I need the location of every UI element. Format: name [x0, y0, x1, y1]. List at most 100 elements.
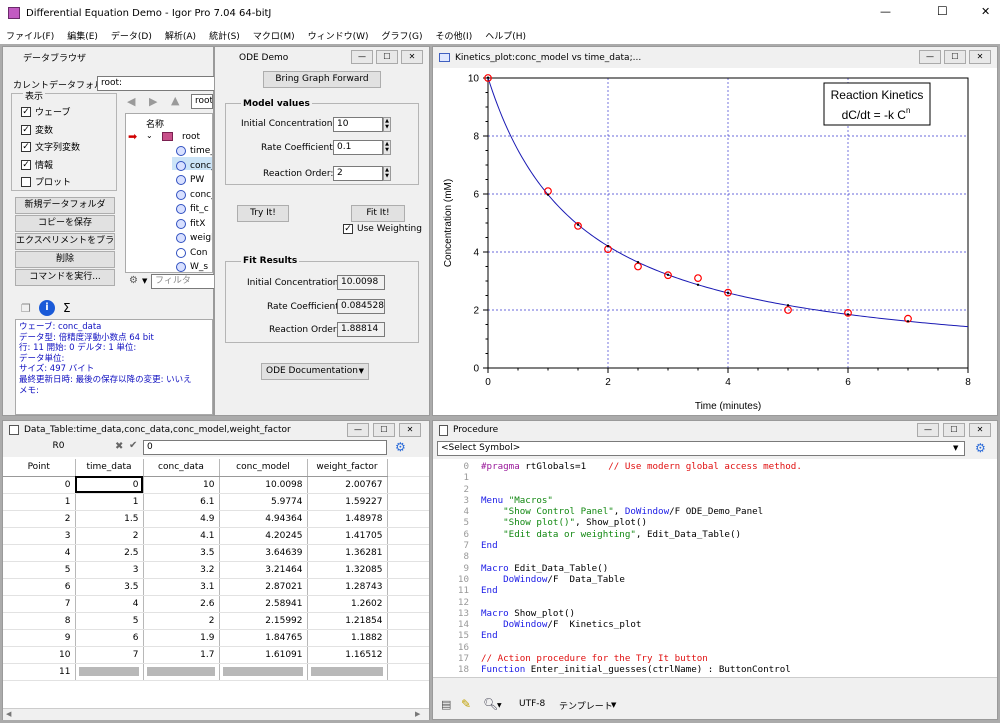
sigma-icon[interactable]: Σ: [63, 301, 71, 315]
tree-item[interactable]: fitX: [176, 217, 212, 232]
table-cell-blank[interactable]: [219, 663, 308, 681]
col-header[interactable]: conc_data: [143, 459, 220, 477]
tree-item[interactable]: conc_data: [176, 159, 212, 174]
code-line[interactable]: 4 "Show Control Panel", DoWindow/F ODE_D…: [433, 506, 997, 517]
table-cell[interactable]: 10: [143, 476, 220, 494]
table-cell[interactable]: 3.5: [143, 544, 220, 562]
data-point-circle[interactable]: [694, 274, 702, 283]
table-cell[interactable]: 1.84765: [219, 629, 308, 647]
table-cell[interactable]: 4: [75, 595, 144, 613]
table-cell[interactable]: 4.94364: [219, 510, 308, 528]
code-line[interactable]: 0 #pragma rtGlobals=1 // Use modern globa…: [433, 461, 997, 472]
menu-help[interactable]: ヘルプ(H): [485, 29, 526, 42]
rate-stepper[interactable]: ▲ ▼: [383, 140, 391, 155]
menu-data[interactable]: データ(D): [111, 29, 152, 42]
tree-item[interactable]: PW: [176, 173, 212, 188]
hscrollbar[interactable]: [433, 678, 997, 689]
scroll-right-icon[interactable]: ▶: [415, 710, 420, 718]
table-row[interactable]: 7 4 2.6 2.58941 1.2602: [3, 595, 429, 613]
table-cell[interactable]: 1.16512: [307, 646, 388, 664]
tree-item[interactable]: Con: [176, 246, 212, 261]
table-cell[interactable]: 1.5: [75, 510, 144, 528]
code-line[interactable]: 14 DoWindow/F Kinetics_plot: [433, 619, 997, 630]
ode-close-button[interactable]: ✕: [401, 50, 423, 64]
path-field[interactable]: root: [191, 94, 213, 109]
use-weighting-checkbox[interactable]: ✓ Use Weighting: [343, 224, 422, 234]
checkbox-box[interactable]: ✓: [21, 124, 31, 135]
table-cell[interactable]: 7: [75, 646, 144, 664]
graph-close-button[interactable]: ✕: [969, 50, 991, 64]
table-minimize-button[interactable]: —: [347, 423, 369, 437]
table-cell[interactable]: 1.7: [143, 646, 220, 664]
chevron-down-icon[interactable]: ▼: [142, 277, 147, 285]
tree-item[interactable]: W_s: [176, 260, 212, 272]
table-cell[interactable]: 10.0098: [219, 476, 308, 494]
tree-root[interactable]: root: [182, 132, 200, 142]
graph-minimize-button[interactable]: —: [919, 50, 941, 64]
table-cell[interactable]: 1.41705: [307, 527, 388, 545]
table-row[interactable]: 6 3.5 3.1 2.87021 1.28743: [3, 578, 429, 596]
show-strings-checkbox[interactable]: ✓ 文字列変数: [21, 140, 80, 153]
checkbox-box[interactable]: ✓: [21, 106, 31, 117]
table-cell[interactable]: 1.48978: [307, 510, 388, 528]
fit-it-button[interactable]: Fit It!: [351, 205, 405, 222]
encoding-label[interactable]: UTF-8: [519, 699, 545, 709]
col-header[interactable]: time_data: [75, 459, 144, 477]
info-icon[interactable]: i: [39, 300, 55, 316]
menu-misc[interactable]: その他(I): [436, 29, 473, 42]
code-line[interactable]: 11 End: [433, 585, 997, 596]
code-line[interactable]: 15 End: [433, 630, 997, 641]
table-row[interactable]: 3 2 4.1 4.20245 1.41705: [3, 527, 429, 545]
table-cell[interactable]: 1: [75, 493, 144, 511]
table-row[interactable]: 9 6 1.9 1.84765 1.1882: [3, 629, 429, 647]
table-row[interactable]: 0 0 10 10.0098 2.00767: [3, 476, 429, 494]
page-icon[interactable]: ▤: [441, 698, 451, 711]
try-it-button[interactable]: Try It!: [237, 205, 289, 222]
table-cell[interactable]: 1.36281: [307, 544, 388, 562]
table-cell[interactable]: 6.1: [143, 493, 220, 511]
select-symbol-dropdown[interactable]: <Select Symbol>: [437, 441, 965, 456]
delete-button[interactable]: 削除: [15, 251, 115, 268]
code-line[interactable]: 2: [433, 484, 997, 495]
code-line[interactable]: 8: [433, 551, 997, 562]
table-row[interactable]: 5 3 3.2 3.21464 1.32085: [3, 561, 429, 579]
gear-icon[interactable]: ⚙: [395, 440, 406, 454]
checkbox-box[interactable]: ✓: [21, 141, 31, 152]
col-header[interactable]: conc_model: [219, 459, 308, 477]
table-cell[interactable]: 1.2602: [307, 595, 388, 613]
menu-windows[interactable]: ウィンドウ(W): [308, 29, 369, 42]
tree-view[interactable]: 名称 ➡ ⌄ root time_data conc_data PW conc_…: [125, 113, 213, 273]
new-datafolder-button[interactable]: 新規データフォルダ: [15, 197, 115, 214]
table-cell-blank[interactable]: [143, 663, 220, 681]
menu-statistics[interactable]: 統計(S): [209, 29, 240, 42]
init-conc-field[interactable]: 10: [333, 117, 383, 132]
back-arrow-icon[interactable]: ◀: [127, 95, 135, 108]
table-row[interactable]: 2 1.5 4.9 4.94364 1.48978: [3, 510, 429, 528]
procedure-close-button[interactable]: ✕: [969, 423, 991, 437]
init-conc-stepper[interactable]: ▲ ▼: [383, 117, 391, 132]
show-info-checkbox[interactable]: ✓ 情報: [21, 158, 53, 171]
data-point-circle[interactable]: [634, 262, 642, 271]
table-row[interactable]: 4 2.5 3.5 3.64639 1.36281: [3, 544, 429, 562]
chevron-down-icon[interactable]: ▼: [611, 701, 616, 709]
table-cell[interactable]: 1.61091: [219, 646, 308, 664]
accept-icon[interactable]: ✔: [129, 440, 137, 451]
minimize-button[interactable]: —: [880, 5, 891, 18]
table-cell[interactable]: 4.1: [143, 527, 220, 545]
table-cell[interactable]: 4.9: [143, 510, 220, 528]
code-line[interactable]: 12: [433, 597, 997, 608]
table-cell[interactable]: 1.32085: [307, 561, 388, 579]
code-line[interactable]: 6 "Edit data or weighting", Edit_Data_Ta…: [433, 529, 997, 540]
code-line[interactable]: 17 // Action procedure for the Try It but…: [433, 653, 997, 664]
cancel-icon[interactable]: ✖: [115, 441, 123, 452]
col-header[interactable]: Point: [3, 459, 76, 477]
table-cell[interactable]: 2.15992: [219, 612, 308, 630]
expand-chevron-icon[interactable]: ⌄: [146, 131, 153, 140]
template-dropdown[interactable]: テンプレート: [559, 699, 613, 712]
table-cell[interactable]: 3.5: [75, 578, 144, 596]
tree-item[interactable]: conc_model: [176, 188, 212, 203]
forward-arrow-icon[interactable]: ▶: [149, 95, 157, 108]
table-row[interactable]: 10 7 1.7 1.61091 1.16512: [3, 646, 429, 664]
code-line[interactable]: 7 End: [433, 540, 997, 551]
code-line[interactable]: 3 Menu "Macros": [433, 495, 997, 506]
